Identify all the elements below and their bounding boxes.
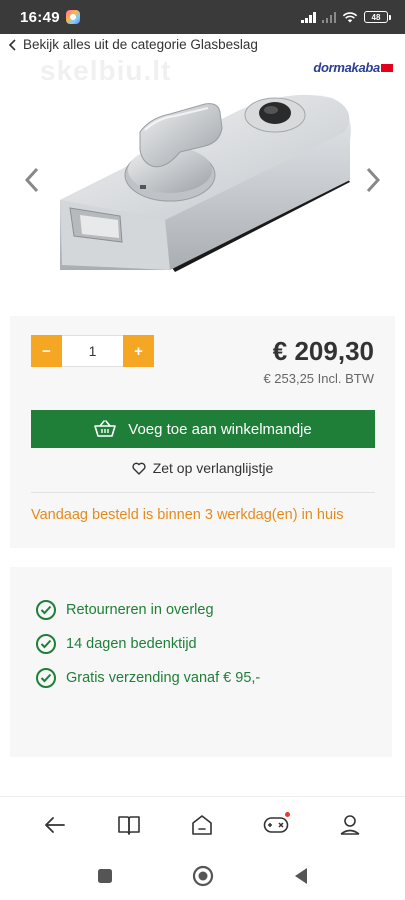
add-to-cart-button[interactable]: Voeg toe aan winkelmandje bbox=[31, 410, 375, 448]
usp-item: Retourneren in overleg bbox=[36, 593, 260, 627]
recents-button[interactable] bbox=[91, 862, 119, 890]
usp-item: Gratis verzending vanaf € 95,- bbox=[36, 661, 260, 695]
gamepad-icon bbox=[263, 816, 289, 833]
home-icon bbox=[192, 814, 213, 835]
basket-icon bbox=[94, 420, 117, 437]
battery-level: 48 bbox=[364, 11, 388, 23]
gallery-next-button[interactable] bbox=[361, 165, 385, 195]
status-bar: 16:49 48 bbox=[0, 0, 405, 34]
price: € 209,30 bbox=[272, 336, 374, 366]
breadcrumb-label: Bekijk alles uit de categorie Glasbeslag bbox=[23, 37, 258, 52]
chevron-right-icon bbox=[366, 167, 381, 193]
signal-secondary-icon bbox=[321, 11, 336, 23]
check-circle-icon bbox=[36, 668, 56, 688]
profile-icon bbox=[340, 814, 360, 835]
back-arrow-icon bbox=[44, 816, 65, 833]
back-system-button[interactable] bbox=[287, 862, 315, 890]
app-bottom-nav bbox=[0, 796, 405, 852]
wifi-icon bbox=[342, 11, 358, 23]
check-circle-icon bbox=[36, 634, 56, 654]
brand-red-mark bbox=[381, 63, 393, 72]
product-image[interactable] bbox=[40, 70, 360, 290]
add-to-cart-label: Voeg toe aan winkelmandje bbox=[128, 420, 312, 438]
gallery-prev-button[interactable] bbox=[20, 165, 44, 195]
check-circle-icon bbox=[36, 600, 56, 620]
price-card: − + € 209,30 € 253,25 Incl. BTW Voeg toe… bbox=[10, 316, 395, 548]
back-triangle-icon bbox=[294, 868, 307, 884]
system-nav-bar bbox=[0, 852, 405, 900]
wishlist-link[interactable]: Zet op verlanglijstje bbox=[10, 460, 395, 476]
battery-icon: 48 bbox=[364, 11, 391, 23]
notification-dot bbox=[285, 811, 291, 817]
recents-square-icon bbox=[97, 869, 112, 883]
usp-list: Retourneren in overleg 14 dagen bedenkti… bbox=[36, 593, 260, 695]
delivery-info: Vandaag besteld is binnen 3 werkdag(en) … bbox=[31, 507, 344, 523]
nav-back-button[interactable] bbox=[37, 807, 73, 843]
usp-label: 14 dagen bedenktijd bbox=[66, 636, 197, 652]
nav-bookmarks-button[interactable] bbox=[111, 807, 147, 843]
app-notification-icon bbox=[65, 10, 80, 24]
nav-profile-button[interactable] bbox=[332, 807, 368, 843]
home-circle-icon bbox=[192, 865, 213, 887]
status-indicators: 48 bbox=[301, 11, 391, 23]
divider bbox=[31, 492, 375, 493]
heart-icon bbox=[132, 462, 146, 475]
signal-icon bbox=[301, 11, 316, 23]
price-incl-vat: € 253,25 Incl. BTW bbox=[263, 371, 374, 386]
usp-card: Retourneren in overleg 14 dagen bedenkti… bbox=[10, 567, 392, 757]
nav-games-button[interactable] bbox=[258, 807, 294, 843]
home-system-button[interactable] bbox=[189, 862, 217, 890]
increment-button[interactable]: + bbox=[123, 335, 154, 367]
decrement-button[interactable]: − bbox=[31, 335, 62, 367]
chevron-left-icon bbox=[8, 38, 18, 51]
chevron-left-icon bbox=[24, 167, 39, 193]
wishlist-label: Zet op verlanglijstje bbox=[152, 460, 274, 476]
status-time: 16:49 bbox=[20, 8, 60, 26]
quantity-input[interactable] bbox=[62, 335, 123, 367]
book-icon bbox=[117, 815, 140, 835]
usp-label: Retourneren in overleg bbox=[66, 602, 214, 618]
usp-item: 14 dagen bedenktijd bbox=[36, 627, 260, 661]
breadcrumb[interactable]: Bekijk alles uit de categorie Glasbeslag bbox=[8, 37, 258, 52]
quantity-stepper: − + bbox=[31, 335, 154, 367]
nav-home-button[interactable] bbox=[184, 807, 220, 843]
usp-label: Gratis verzending vanaf € 95,- bbox=[66, 670, 261, 686]
